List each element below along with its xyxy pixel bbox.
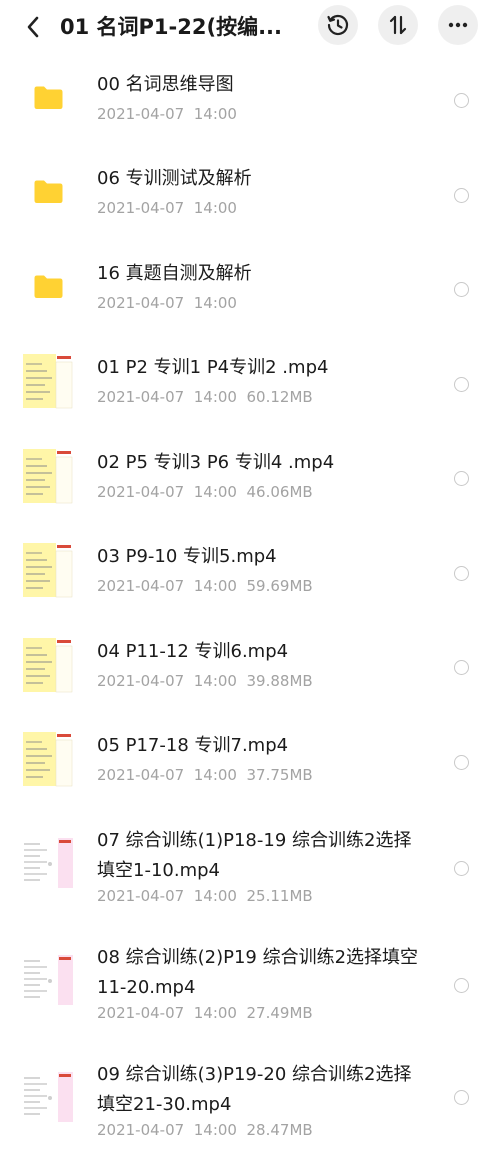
file-name: 00 名词思维导图 — [97, 74, 234, 95]
select-radio[interactable] — [454, 755, 469, 770]
file-time: 14:00 — [193, 483, 237, 501]
file-meta: 2021-04-07 14:00 60.12MB — [97, 387, 313, 407]
file-date: 2021-04-07 — [97, 766, 185, 784]
sort-button[interactable] — [378, 5, 418, 45]
file-date: 2021-04-07 — [97, 672, 185, 690]
file-name: 16 真题自测及解析 — [97, 263, 252, 284]
page-title: 01 名词P1-22(按编... — [60, 15, 283, 39]
file-meta: 2021-04-07 14:00 — [97, 198, 237, 218]
video-thumbnail — [20, 1068, 76, 1126]
file-meta: 2021-04-07 14:00 39.88MB — [97, 671, 313, 691]
video-thumbnail — [20, 541, 76, 599]
file-name: 03 P9-10 专训5.mp4 — [97, 546, 277, 567]
file-name: 04 P11-12 专训6.mp4 — [97, 641, 289, 662]
more-icon — [448, 22, 468, 28]
file-size: 25.11MB — [246, 887, 313, 905]
file-size: 60.12MB — [246, 388, 313, 406]
file-time: 14:00 — [193, 1004, 237, 1022]
file-row[interactable]: 09 综合训练(3)P19-20 综合训练2选择填空21-30.mp4 2021-… — [0, 1044, 500, 1151]
file-meta: 2021-04-07 14:00 28.47MB — [97, 1120, 313, 1140]
file-date: 2021-04-07 — [97, 199, 185, 217]
file-name: 05 P17-18 专训7.mp4 — [97, 735, 289, 756]
select-radio[interactable] — [454, 566, 469, 581]
file-date: 2021-04-07 — [97, 1121, 185, 1139]
video-thumbnail — [20, 352, 76, 410]
file-name: 06 专训测试及解析 — [97, 168, 252, 189]
file-date: 2021-04-07 — [97, 887, 185, 905]
folder-icon — [33, 274, 64, 299]
select-radio[interactable] — [454, 471, 469, 486]
file-meta: 2021-04-07 14:00 59.69MB — [97, 576, 313, 596]
file-row[interactable]: 02 P5 专训3 P6 专训4 .mp4 2021-04-07 14:00 46… — [0, 432, 500, 526]
file-size: 27.49MB — [246, 1004, 313, 1022]
video-thumbnail — [20, 834, 76, 892]
back-chevron-icon — [27, 16, 39, 38]
file-size: 59.69MB — [246, 577, 313, 595]
file-name: 02 P5 专训3 P6 专训4 .mp4 — [97, 452, 335, 473]
file-row[interactable]: 00 名词思维导图 2021-04-07 14:00 — [0, 54, 500, 148]
file-row[interactable]: 03 P9-10 专训5.mp4 2021-04-07 14:00 59.69MB — [0, 526, 500, 621]
file-size: 46.06MB — [246, 483, 313, 501]
folder-icon — [33, 179, 64, 204]
folder-icon — [33, 85, 64, 110]
more-button[interactable] — [438, 5, 478, 45]
file-row[interactable]: 04 P11-12 专训6.mp4 2021-04-07 14:00 39.88M… — [0, 621, 500, 715]
file-name: 01 P2 专训1 P4专训2 .mp4 — [97, 357, 329, 378]
file-size: 28.47MB — [246, 1121, 313, 1139]
video-thumbnail — [20, 730, 76, 788]
select-radio[interactable] — [454, 93, 469, 108]
sort-icon — [389, 15, 407, 35]
file-meta: 2021-04-07 14:00 — [97, 293, 237, 313]
video-thumbnail — [20, 447, 76, 505]
file-name: 09 综合训练(3)P19-20 综合训练2选择填空21-30.mp4 — [97, 1064, 412, 1115]
file-date: 2021-04-07 — [97, 1004, 185, 1022]
file-time: 14:00 — [193, 199, 237, 217]
file-size: 37.75MB — [246, 766, 313, 784]
select-radio[interactable] — [454, 377, 469, 392]
select-radio[interactable] — [454, 188, 469, 203]
video-thumbnail — [20, 636, 76, 694]
select-radio[interactable] — [454, 660, 469, 675]
file-row[interactable]: 08 综合训练(2)P19 综合训练2选择填空11-20.mp4 2021-04-… — [0, 927, 500, 1044]
file-time: 14:00 — [193, 887, 237, 905]
file-date: 2021-04-07 — [97, 388, 185, 406]
file-date: 2021-04-07 — [97, 483, 185, 501]
file-meta: 2021-04-07 14:00 — [97, 104, 237, 124]
select-radio[interactable] — [454, 861, 469, 876]
history-button[interactable] — [318, 5, 358, 45]
file-time: 14:00 — [193, 1121, 237, 1139]
file-date: 2021-04-07 — [97, 105, 185, 123]
select-radio[interactable] — [454, 978, 469, 993]
file-row[interactable]: 01 P2 专训1 P4专训2 .mp4 2021-04-07 14:00 60.… — [0, 337, 500, 432]
file-row[interactable]: 07 综合训练(1)P18-19 综合训练2选择填空1-10.mp4 2021-0… — [0, 810, 500, 927]
file-row[interactable]: 16 真题自测及解析 2021-04-07 14:00 — [0, 243, 500, 337]
file-date: 2021-04-07 — [97, 294, 185, 312]
file-time: 14:00 — [193, 577, 237, 595]
video-thumbnail — [20, 951, 76, 1009]
file-row[interactable]: 06 专训测试及解析 2021-04-07 14:00 — [0, 148, 500, 243]
select-radio[interactable] — [454, 1090, 469, 1105]
file-meta: 2021-04-07 14:00 37.75MB — [97, 765, 313, 785]
file-date: 2021-04-07 — [97, 577, 185, 595]
file-time: 14:00 — [193, 294, 237, 312]
file-time: 14:00 — [193, 766, 237, 784]
file-time: 14:00 — [193, 388, 237, 406]
back-button[interactable] — [18, 10, 48, 44]
file-meta: 2021-04-07 14:00 27.49MB — [97, 1003, 313, 1023]
file-meta: 2021-04-07 14:00 46.06MB — [97, 482, 313, 502]
file-name: 08 综合训练(2)P19 综合训练2选择填空11-20.mp4 — [97, 947, 419, 998]
file-row[interactable]: 05 P17-18 专训7.mp4 2021-04-07 14:00 37.75M… — [0, 715, 500, 810]
file-time: 14:00 — [193, 105, 237, 123]
history-icon — [327, 14, 349, 36]
file-name: 07 综合训练(1)P18-19 综合训练2选择填空1-10.mp4 — [97, 830, 412, 881]
file-time: 14:00 — [193, 672, 237, 690]
select-radio[interactable] — [454, 282, 469, 297]
file-size: 39.88MB — [246, 672, 313, 690]
header-bar: 01 名词P1-22(按编... — [0, 0, 500, 56]
file-meta: 2021-04-07 14:00 25.11MB — [97, 886, 313, 906]
